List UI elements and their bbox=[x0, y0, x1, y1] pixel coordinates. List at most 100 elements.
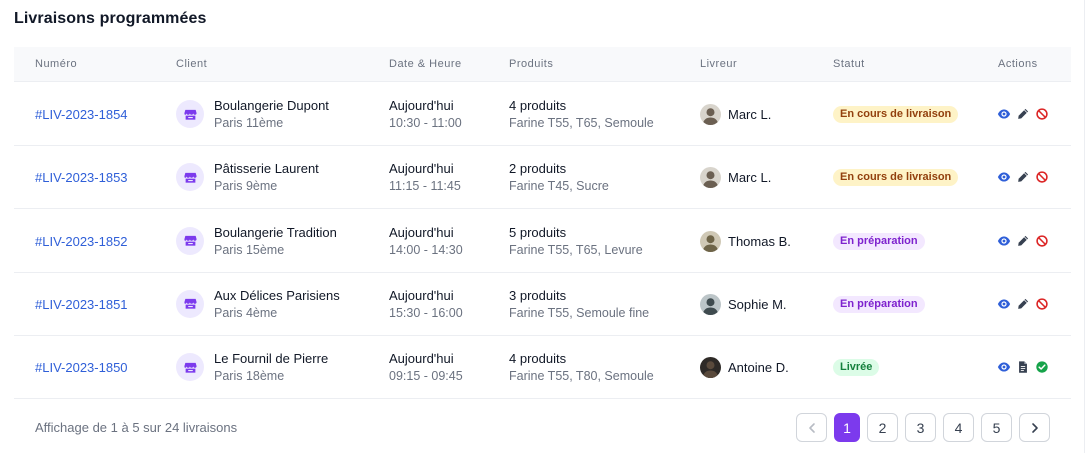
driver-avatar bbox=[700, 357, 721, 379]
client-city: Paris 11ème bbox=[214, 116, 284, 130]
table-row[interactable]: #LIV-2023-1854 Boulangerie Dupont Paris … bbox=[14, 83, 1071, 146]
product-count: 4 produits bbox=[509, 98, 567, 113]
driver-name: Marc L. bbox=[728, 107, 772, 122]
row-actions bbox=[997, 234, 1049, 248]
page-title: Livraisons programmées bbox=[14, 10, 207, 27]
column-header-status[interactable]: Statut bbox=[833, 58, 865, 70]
client-city: Paris 4ème bbox=[214, 305, 278, 320]
client-city: Paris 9ème bbox=[214, 179, 278, 194]
chevron-left-icon bbox=[808, 422, 815, 433]
table-row[interactable]: #LIV-2023-1850 Le Fournil de Pierre Pari… bbox=[14, 336, 1071, 400]
view-icon[interactable] bbox=[997, 170, 1011, 184]
page-button-3[interactable]: 3 bbox=[905, 413, 936, 442]
store-icon bbox=[176, 163, 204, 192]
column-header-products[interactable]: Produits bbox=[509, 58, 553, 70]
product-list: Farine T55, T80, Semoule bbox=[509, 369, 654, 384]
pagination-summary: Affichage de 1 à 5 sur 24 livraisons bbox=[35, 420, 238, 435]
client-name: Pâtisserie Laurent bbox=[214, 161, 319, 177]
product-list: Farine T55, Semoule fine bbox=[509, 305, 650, 320]
chevron-right-icon bbox=[1031, 422, 1038, 433]
client-name: Le Fournil de Pierre bbox=[214, 351, 329, 367]
view-icon[interactable] bbox=[997, 234, 1011, 248]
product-count: 5 produits bbox=[509, 224, 567, 240]
delivery-number-link[interactable]: #LIV-2023-1850 bbox=[35, 360, 128, 375]
status-badge: En préparation bbox=[833, 232, 925, 250]
table-row[interactable]: #LIV-2023-1853 Pâtisserie Laurent Paris … bbox=[14, 146, 1071, 210]
page-button-5[interactable]: 5 bbox=[981, 413, 1012, 442]
page-button-1[interactable]: 1 bbox=[834, 413, 860, 442]
client-name: Aux Délices Parisiens bbox=[214, 287, 340, 303]
client-city: Paris 15ème bbox=[214, 242, 285, 257]
delivery-day: Aujourd'hui bbox=[389, 161, 454, 177]
status-badge: En cours de livraison bbox=[833, 106, 959, 123]
delivery-day: Aujourd'hui bbox=[389, 351, 454, 367]
product-list: Farine T45, Sucre bbox=[509, 179, 609, 194]
client-city: Paris 18ème bbox=[214, 369, 285, 384]
product-count: 4 produits bbox=[509, 351, 567, 367]
column-header-client[interactable]: Client bbox=[176, 58, 207, 70]
product-count: 2 produits bbox=[509, 161, 567, 177]
edit-icon[interactable] bbox=[1016, 107, 1030, 121]
cancel-icon[interactable] bbox=[1035, 297, 1049, 311]
edit-icon[interactable] bbox=[1016, 234, 1030, 248]
driver-name: Thomas B. bbox=[728, 233, 791, 249]
view-icon[interactable] bbox=[997, 107, 1011, 121]
status-badge: En cours de livraison bbox=[833, 169, 959, 187]
client-name: Boulangerie Tradition bbox=[214, 224, 337, 240]
column-header-datetime[interactable]: Date & Heure bbox=[389, 58, 462, 70]
page-button-4[interactable]: 4 bbox=[943, 413, 974, 442]
driver-name: Sophie M. bbox=[728, 296, 787, 312]
previous-page-button[interactable] bbox=[796, 413, 827, 442]
cancel-icon[interactable] bbox=[1035, 107, 1049, 121]
check-icon[interactable] bbox=[1035, 360, 1049, 374]
column-header-actions: Actions bbox=[998, 58, 1038, 70]
delivery-number-link[interactable]: #LIV-2023-1852 bbox=[35, 234, 128, 249]
pagination: 1 2 3 4 5 bbox=[796, 413, 1050, 442]
driver-name: Marc L. bbox=[728, 170, 772, 186]
view-icon[interactable] bbox=[997, 297, 1011, 311]
client-name: Boulangerie Dupont bbox=[214, 98, 329, 113]
product-list: Farine T55, T65, Levure bbox=[509, 242, 643, 257]
row-actions bbox=[997, 107, 1049, 121]
delivery-number-link[interactable]: #LIV-2023-1853 bbox=[35, 170, 128, 185]
delivery-time: 15:30 - 16:00 bbox=[389, 305, 463, 320]
view-icon[interactable] bbox=[997, 360, 1011, 374]
delivery-day: Aujourd'hui bbox=[389, 224, 454, 240]
driver-avatar bbox=[700, 293, 721, 315]
store-icon bbox=[176, 353, 204, 382]
delivery-day: Aujourd'hui bbox=[389, 287, 454, 303]
product-list: Farine T55, T65, Semoule bbox=[509, 116, 654, 130]
delivery-time: 14:00 - 14:30 bbox=[389, 242, 463, 257]
delivery-number-link[interactable]: #LIV-2023-1854 bbox=[35, 107, 128, 122]
store-icon bbox=[176, 100, 204, 128]
next-page-button[interactable] bbox=[1019, 413, 1050, 442]
delivery-number-link[interactable]: #LIV-2023-1851 bbox=[35, 297, 128, 312]
column-header-driver[interactable]: Livreur bbox=[700, 58, 737, 70]
delivery-day: Aujourd'hui bbox=[389, 98, 454, 113]
page-button-2[interactable]: 2 bbox=[867, 413, 898, 442]
delivery-time: 09:15 - 09:45 bbox=[389, 369, 463, 384]
driver-avatar bbox=[700, 230, 721, 252]
status-badge: Livrée bbox=[833, 359, 880, 377]
driver-avatar bbox=[700, 104, 721, 125]
row-actions bbox=[997, 360, 1049, 374]
table-header: Numéro Client Date & Heure Produits Livr… bbox=[14, 47, 1071, 82]
row-actions bbox=[997, 170, 1049, 184]
deliveries-card: Livraisons programmées Numéro Client Dat… bbox=[0, 0, 1085, 453]
row-actions bbox=[997, 297, 1049, 311]
delivery-time: 11:15 - 11:45 bbox=[389, 179, 461, 194]
product-count: 3 produits bbox=[509, 287, 567, 303]
driver-avatar bbox=[700, 167, 721, 189]
cancel-icon[interactable] bbox=[1035, 234, 1049, 248]
store-icon bbox=[176, 226, 204, 255]
status-badge: En préparation bbox=[833, 295, 925, 313]
driver-name: Antoine D. bbox=[728, 360, 789, 376]
table-row[interactable]: #LIV-2023-1851 Aux Délices Parisiens Par… bbox=[14, 273, 1071, 336]
cancel-icon[interactable] bbox=[1035, 170, 1049, 184]
edit-icon[interactable] bbox=[1016, 170, 1030, 184]
delivery-time: 10:30 - 11:00 bbox=[389, 116, 462, 130]
column-header-number[interactable]: Numéro bbox=[35, 58, 77, 70]
edit-icon[interactable] bbox=[1016, 297, 1030, 311]
table-row[interactable]: #LIV-2023-1852 Boulangerie Tradition Par… bbox=[14, 210, 1071, 273]
document-icon[interactable] bbox=[1016, 360, 1030, 374]
